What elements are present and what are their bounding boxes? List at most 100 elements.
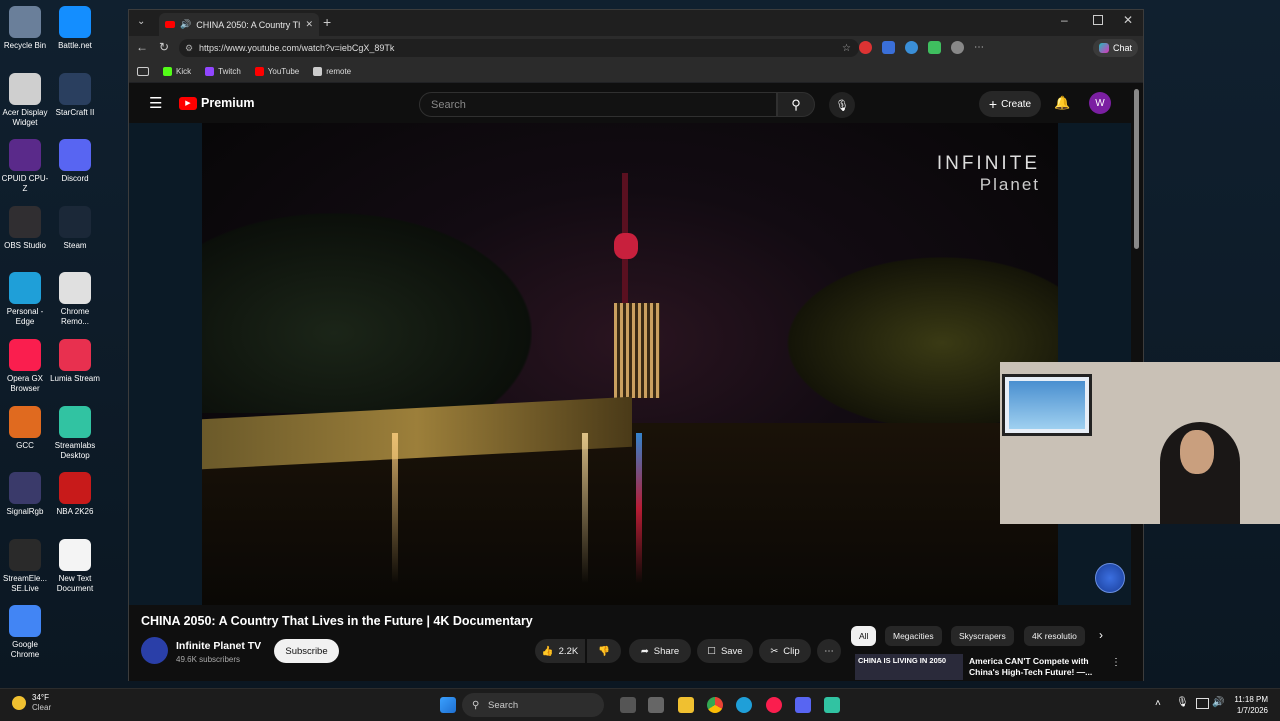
tab-youtube[interactable]: 🔊 CHINA 2050: A Country That L ✕ — [159, 13, 319, 36]
page-scrollbar[interactable] — [1134, 89, 1139, 249]
star-icon[interactable]: ☆ — [842, 43, 851, 54]
extension-icon[interactable] — [905, 41, 918, 54]
site-info-icon[interactable]: ⚙ — [185, 43, 193, 54]
desktop-icon[interactable]: Streamlabs Desktop — [50, 405, 100, 461]
refresh-icon[interactable]: ↻ — [159, 40, 169, 54]
extension-icon[interactable] — [928, 41, 941, 54]
filter-chip[interactable]: All — [851, 626, 877, 646]
account-avatar[interactable]: W — [1089, 92, 1111, 114]
desktop-icon[interactable]: Chrome Remo... — [50, 272, 100, 327]
opera-gx-icon[interactable] — [766, 697, 782, 713]
share-button[interactable]: ➦ Share — [629, 639, 691, 663]
tab-title: CHINA 2050: A Country That L — [196, 19, 300, 30]
minimize-icon[interactable]: – — [1061, 13, 1068, 27]
filter-chip[interactable]: Skyscrapers — [951, 626, 1014, 646]
widgets-icon[interactable] — [648, 697, 664, 713]
video-frame[interactable]: INFINITE Planet — [202, 123, 1058, 605]
video-player[interactable]: INFINITE Planet — [129, 123, 1131, 605]
chat-label: Chat — [1113, 43, 1133, 53]
channel-watermark-globe-icon[interactable] — [1095, 563, 1125, 593]
file-explorer-icon[interactable] — [678, 697, 694, 713]
close-window-icon[interactable]: ✕ — [1123, 13, 1133, 27]
clock[interactable]: 11:18 PM 1/7/2026 — [1226, 694, 1268, 716]
extension-icon[interactable] — [882, 41, 895, 54]
share-label: Share — [653, 645, 680, 657]
back-icon[interactable]: ← — [136, 40, 148, 54]
menu-icon[interactable]: ☰ — [149, 94, 162, 112]
nba2k-icon — [59, 472, 91, 505]
desktop-icon[interactable]: SignalRgb — [0, 472, 50, 517]
desktop-icon[interactable]: NBA 2K26 — [50, 472, 100, 517]
desktop-icon[interactable]: Google Chrome — [0, 605, 50, 660]
more-menu-icon[interactable]: ⋯ — [974, 41, 984, 54]
desktop-icon[interactable]: StreamEle... SE.Live — [0, 538, 50, 594]
tab-close-icon[interactable]: ✕ — [305, 19, 319, 30]
search-icon: ⚲ — [791, 96, 801, 112]
bookmark-kick[interactable]: Kick — [163, 66, 191, 76]
desktop-icon[interactable]: Acer Display Widget — [0, 72, 50, 128]
filter-chip[interactable]: 4K resolutio — [1024, 626, 1085, 646]
volume-icon[interactable]: 🔊 — [1212, 697, 1224, 708]
create-button[interactable]: + Create — [979, 91, 1041, 117]
desktop-icon[interactable]: OBS Studio — [0, 205, 50, 251]
url-field[interactable]: ⚙ https://www.youtube.com/watch?v=iebCgX… — [179, 39, 859, 57]
desktop-icon[interactable]: StarCraft II — [50, 72, 100, 118]
chips-next-chevron-icon[interactable]: › — [1099, 628, 1103, 642]
filter-chip[interactable]: Megacities — [885, 626, 942, 646]
sidebar-toggle-icon[interactable] — [137, 66, 149, 76]
like-button[interactable]: 👍 2.2K — [535, 639, 585, 663]
streamlabs-icon[interactable] — [824, 697, 840, 713]
speaker-icon[interactable]: 🔊 — [180, 19, 191, 30]
new-tab-icon[interactable]: + — [323, 14, 331, 30]
desktop-icon[interactable]: Lumia Stream — [50, 339, 100, 384]
recommended-menu-icon[interactable]: ⋮ — [1111, 657, 1121, 668]
clip-button[interactable]: ✂ Clip — [759, 639, 811, 663]
recommended-thumbnail[interactable]: CHINA IS LIVING IN 2050 — [855, 654, 963, 680]
search-input[interactable]: Search — [419, 92, 777, 117]
youtube-logo[interactable]: ▶ Premium — [179, 96, 255, 110]
recommended-title[interactable]: America CAN'T Compete with China's High-… — [969, 656, 1099, 678]
discord-icon[interactable] — [795, 697, 811, 713]
bookmark-twitch[interactable]: Twitch — [205, 66, 241, 76]
recommended-video[interactable]: CHINA IS LIVING IN 2050 America CAN'T Co… — [855, 654, 1125, 680]
desktop-icon[interactable]: CPUID CPU-Z — [0, 139, 50, 194]
channel-name[interactable]: Infinite Planet TV — [176, 640, 261, 652]
desktop-icon[interactable]: Personal - Edge — [0, 272, 50, 327]
save-button[interactable]: ☐ Save — [697, 639, 753, 663]
microphone-icon[interactable]: 🎙 — [1176, 697, 1189, 708]
desktop-icon[interactable]: GCC — [0, 405, 50, 451]
share-icon: ➦ — [640, 645, 649, 657]
start-windows-icon[interactable] — [440, 697, 456, 713]
profile-icon[interactable] — [951, 41, 964, 54]
desktop-icon[interactable]: Discord — [50, 139, 100, 184]
dislike-button[interactable]: 👎 — [587, 639, 621, 663]
weather-widget[interactable]: 34°F Clear — [12, 693, 51, 713]
copilot-chat-button[interactable]: Chat — [1093, 39, 1139, 57]
url-text: https://www.youtube.com/watch?v=iebCgX_8… — [199, 43, 395, 53]
more-actions-button[interactable]: ⋯ — [817, 639, 841, 663]
desktop-icon-label: NBA 2K26 — [56, 507, 94, 517]
tab-list-chevron-icon[interactable]: ⌄ — [137, 16, 145, 27]
desktop-icon[interactable]: New Text Document — [50, 538, 100, 594]
desktop-icon[interactable]: Recycle Bin — [0, 6, 50, 51]
maximize-icon[interactable] — [1093, 15, 1103, 25]
desktop-icon[interactable]: Battle.net — [50, 6, 100, 51]
taskbar-search[interactable]: ⚲ Search — [462, 693, 604, 717]
voice-search-button[interactable]: 🎙 — [829, 92, 855, 118]
signalrgb-icon — [9, 472, 41, 505]
tray-chevron-icon[interactable]: ˄ — [1155, 698, 1161, 709]
edge-icon[interactable] — [736, 697, 752, 713]
display-icon[interactable] — [1196, 698, 1209, 709]
acer-display-widget-icon — [9, 72, 41, 105]
bookmark-youtube[interactable]: YouTube — [254, 66, 299, 76]
notifications-icon[interactable]: 🔔 — [1054, 95, 1070, 111]
bookmark-remote[interactable]: remote — [313, 66, 351, 76]
channel-avatar[interactable] — [141, 637, 168, 664]
extension-icon[interactable] — [859, 41, 872, 54]
task-view-icon[interactable] — [620, 697, 636, 713]
subscribe-button[interactable]: Subscribe — [274, 639, 339, 663]
chrome-icon[interactable] — [707, 697, 723, 713]
search-button[interactable]: ⚲ — [777, 92, 815, 117]
desktop-icon[interactable]: Opera GX Browser — [0, 339, 50, 394]
desktop-icon[interactable]: Steam — [50, 205, 100, 251]
